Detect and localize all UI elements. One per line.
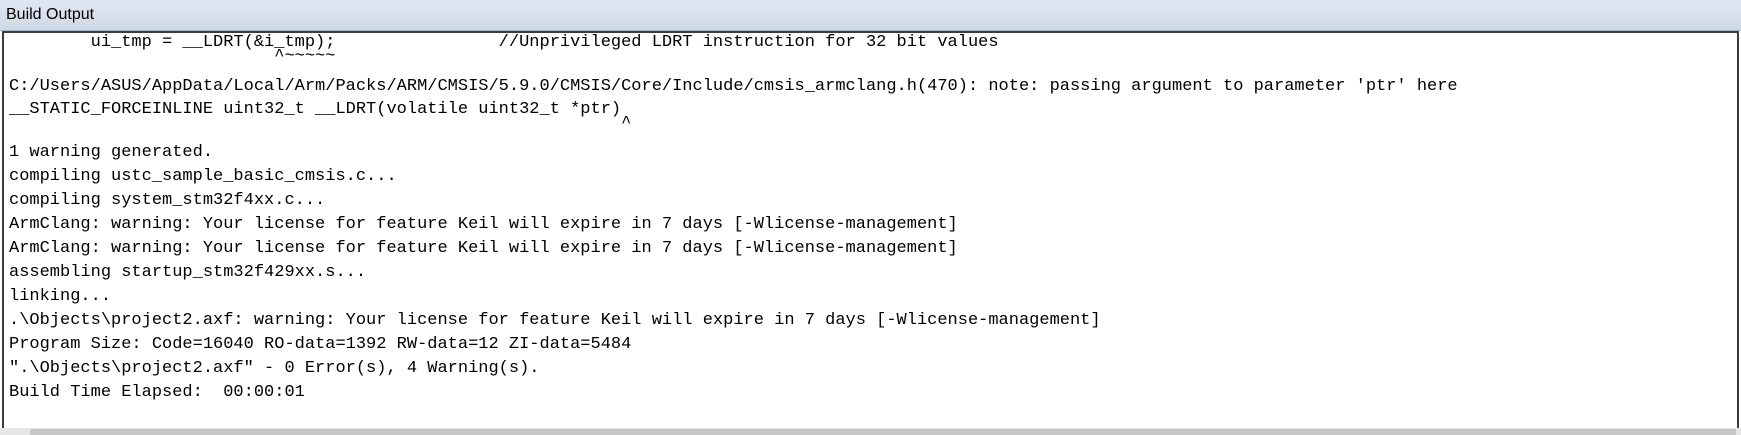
horizontal-scrollbar[interactable] bbox=[0, 428, 1741, 435]
build-output-pane[interactable]: ui_tmp = __LDRT(&i_tmp); //Unprivileged … bbox=[2, 31, 1739, 430]
output-line: ArmClang: warning: Your license for feat… bbox=[9, 215, 958, 234]
output-line: ArmClang: warning: Your license for feat… bbox=[9, 239, 958, 258]
output-line: ^ bbox=[9, 114, 632, 133]
window-title: Build Output bbox=[6, 6, 95, 23]
build-output-window: Build Output ui_tmp = __LDRT(&i_tmp); //… bbox=[0, 0, 1741, 435]
output-line: .\Objects\project2.axf: warning: Your li… bbox=[9, 311, 1101, 330]
title-bar: Build Output bbox=[0, 0, 1741, 31]
output-line: linking... bbox=[9, 287, 112, 306]
output-line: Build Time Elapsed: 00:00:01 bbox=[9, 383, 305, 402]
scrollbar-thumb[interactable] bbox=[30, 429, 1736, 435]
output-line: Program Size: Code=16040 RO-data=1392 RW… bbox=[9, 335, 632, 354]
output-line: ".\Objects\project2.axf" - 0 Error(s), 4… bbox=[9, 359, 540, 378]
output-line: ^~~~~~ bbox=[9, 47, 336, 66]
output-line: C:/Users/ASUS/AppData/Local/Arm/Packs/AR… bbox=[9, 77, 1458, 96]
output-line: 1 warning generated. bbox=[9, 143, 214, 162]
output-line: compiling system_stm32f4xx.c... bbox=[9, 191, 326, 210]
output-line: assembling startup_stm32f429xx.s... bbox=[9, 263, 367, 282]
output-line: compiling ustc_sample_basic_cmsis.c... bbox=[9, 167, 397, 186]
